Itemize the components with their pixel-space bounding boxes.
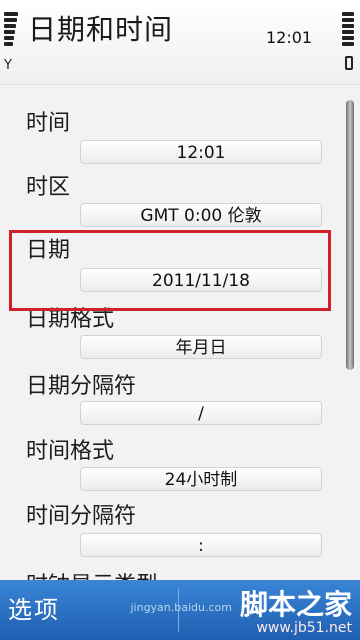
watermark-url: www.jb51.net [256, 620, 352, 636]
status-bar: Y 日期和时间 12:01 [0, 0, 360, 85]
softkey-bar: 选项 jingyan.baidu.com 脚本之家 www.jb51.net [0, 580, 360, 640]
settings-list[interactable]: 时间 12:01 时区 GMT 0:00 伦敦 日期 2011/11/18 日期… [0, 85, 360, 580]
options-softkey[interactable]: 选项 [8, 590, 60, 625]
date-highlight-annotation [9, 230, 331, 311]
battery-level-icon [340, 12, 354, 48]
setting-value[interactable]: GMT 0:00 伦敦 [80, 203, 322, 227]
antenna-icon: Y [4, 58, 12, 73]
setting-value[interactable]: 24小时制 [80, 467, 322, 491]
setting-label: 时间格式 [26, 439, 115, 464]
page-title: 日期和时间 [28, 13, 174, 46]
watermark: jingyan.baidu.com 脚本之家 www.jb51.net [130, 588, 352, 637]
setting-value[interactable]: / [80, 401, 322, 425]
setting-value[interactable]: 年月日 [80, 335, 322, 359]
setting-label: 时区 [26, 175, 71, 200]
setting-label: 日期分隔符 [26, 374, 137, 399]
scrollbar[interactable] [346, 100, 354, 570]
setting-value[interactable]: 12:01 [80, 140, 322, 164]
clock: 12:01 [266, 28, 313, 47]
setting-label: 时间分隔符 [26, 504, 137, 529]
setting-label: 时钟显示类型 [26, 567, 158, 580]
scroll-thumb[interactable] [346, 100, 354, 370]
watermark-brand: jingyan.baidu.com [130, 601, 232, 614]
setting-value[interactable]: : [80, 533, 322, 557]
setting-label: 时间 [26, 111, 71, 136]
watermark-site: 脚本之家 [239, 588, 352, 621]
battery-icon [345, 56, 353, 70]
signal-strength-icon [4, 12, 18, 48]
